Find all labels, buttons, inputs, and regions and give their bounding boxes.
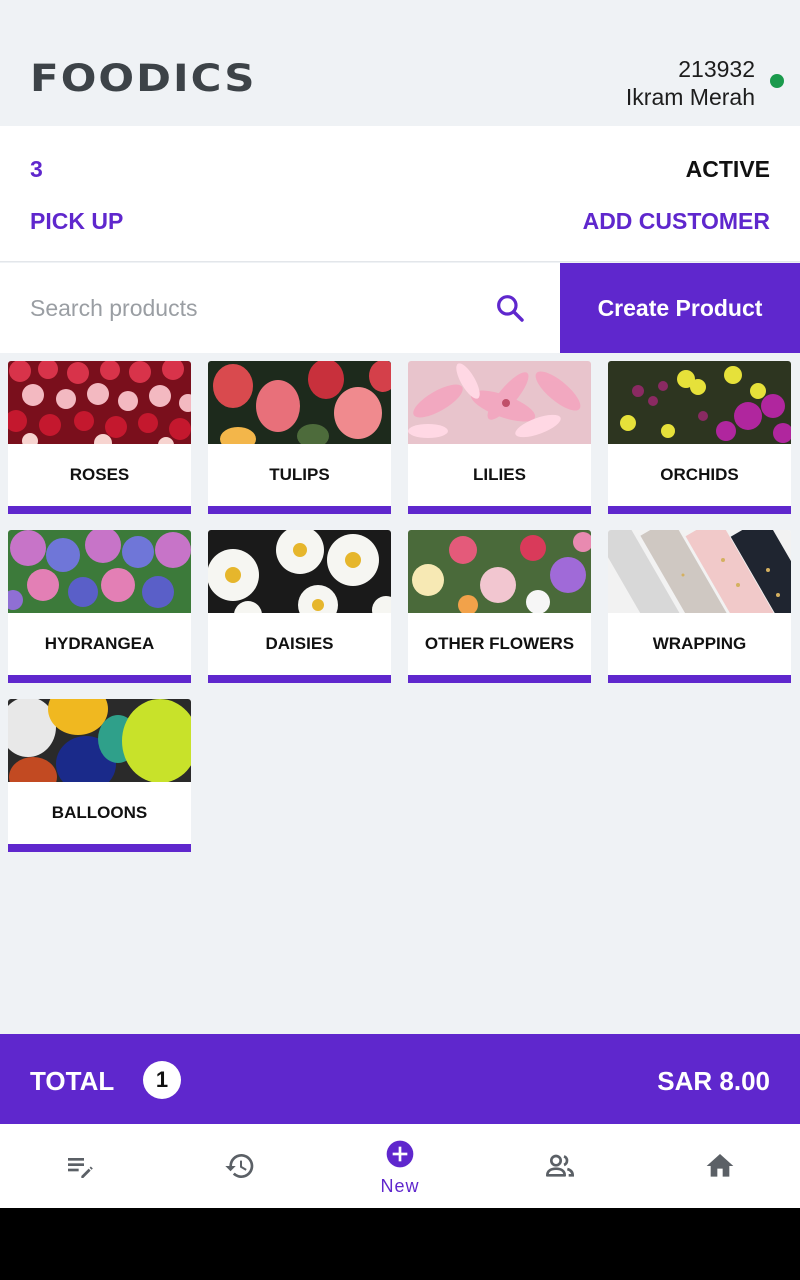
category-tile-wrapping[interactable]: WRAPPING [608, 530, 791, 683]
category-accent-bar [8, 506, 191, 514]
daisies-image [208, 530, 391, 613]
category-accent-bar [8, 675, 191, 683]
user-name: Ikram Merah [625, 84, 755, 110]
category-tile-tulips[interactable]: TULIPS [208, 361, 391, 514]
order-edit-icon [68, 1158, 93, 1178]
lilies-image [408, 361, 591, 444]
tulips-image [208, 361, 391, 444]
category-label: WRAPPING [652, 634, 747, 653]
nav-new-label: New [380, 1176, 420, 1196]
nav-home[interactable] [640, 1124, 800, 1208]
order-status: ACTIVE [685, 156, 770, 182]
category-label: ORCHIDS [660, 465, 739, 484]
category-label: BALLOONS [51, 803, 148, 822]
wrapping-image [608, 530, 791, 613]
app-logo: FOODICS [30, 55, 257, 100]
nav-customers[interactable] [480, 1124, 640, 1208]
category-tile-hydrangea[interactable]: HYDRANGEA [8, 530, 191, 683]
nav-orders-edit[interactable] [0, 1124, 160, 1208]
pos-screen: FOODICS 213932 Ikram Merah 3 ACTIVE PICK… [0, 0, 800, 1208]
category-tile-balloons[interactable]: BALLOONS [8, 699, 191, 852]
add-customer-button[interactable]: ADD CUSTOMER [583, 208, 770, 235]
item-count-badge: 1 [143, 1061, 181, 1099]
category-tile-orchids[interactable]: ORCHIDS [608, 361, 791, 514]
order-type-button[interactable]: PICK UP [30, 208, 123, 235]
home-icon [706, 1154, 734, 1177]
total-amount: SAR 8.00 [657, 1066, 770, 1096]
category-label: HYDRANGEA [44, 634, 155, 653]
category-accent-bar [208, 675, 391, 683]
nav-history[interactable] [160, 1124, 320, 1208]
hydrangea-image [8, 530, 191, 613]
create-product-button[interactable]: Create Product [560, 263, 800, 353]
online-status-indicator [770, 74, 784, 88]
app-header: FOODICS 213932 Ikram Merah [0, 0, 800, 126]
order-number: 3 [30, 156, 43, 182]
category-label: OTHER FLOWERS [424, 634, 575, 653]
order-total-bar[interactable]: TOTAL SAR 8.00 [0, 1034, 800, 1124]
category-accent-bar [408, 675, 591, 683]
customers-icon [546, 1154, 575, 1177]
nav-new-order[interactable]: New [320, 1124, 480, 1208]
history-icon [225, 1154, 254, 1178]
add-circle-icon [386, 1140, 414, 1168]
category-tile-lilies[interactable]: LILIES [408, 361, 591, 514]
category-label: DAISIES [265, 634, 334, 653]
category-accent-bar [608, 506, 791, 514]
order-info-panel: 3 ACTIVE PICK UP ADD CUSTOMER [0, 126, 800, 262]
category-label: ROSES [69, 465, 130, 484]
category-label: TULIPS [269, 465, 330, 484]
roses-image [8, 361, 191, 444]
search-icon[interactable] [494, 292, 526, 324]
search-bar [0, 263, 560, 353]
category-accent-bar [408, 506, 591, 514]
category-tile-other-flowers[interactable]: OTHER FLOWERS [408, 530, 591, 683]
orchids-image [608, 361, 791, 444]
category-tile-daisies[interactable]: DAISIES [208, 530, 391, 683]
other-flowers-image [408, 530, 591, 613]
category-tile-roses[interactable]: ROSES [8, 361, 191, 514]
bottom-navigation: New [0, 1124, 800, 1208]
user-id: 213932 [678, 56, 755, 82]
category-accent-bar [208, 506, 391, 514]
category-accent-bar [8, 844, 191, 852]
total-label: TOTAL [30, 1066, 115, 1096]
search-input[interactable] [30, 293, 470, 323]
category-accent-bar [608, 675, 791, 683]
category-label: LILIES [473, 465, 526, 484]
balloons-image [8, 699, 191, 782]
